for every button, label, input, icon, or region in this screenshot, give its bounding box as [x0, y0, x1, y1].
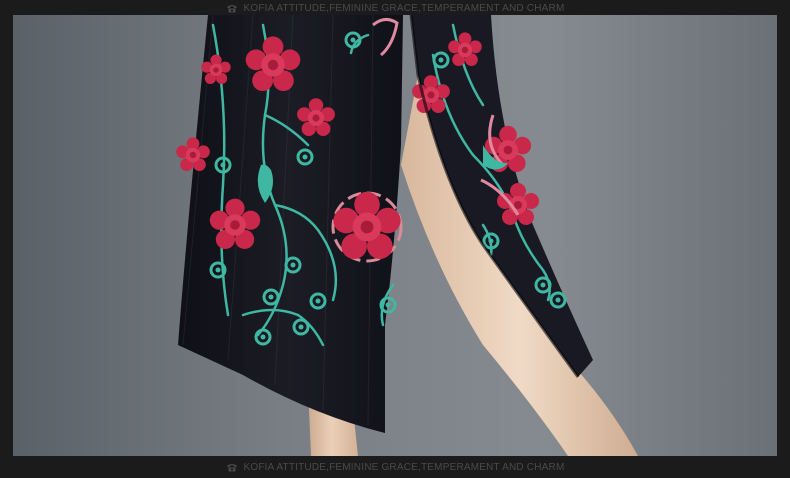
qipao-illustration — [13, 15, 777, 456]
phone-icon — [226, 463, 238, 472]
phone-icon — [226, 4, 238, 13]
page-frame: KOFIA ATTITUDE,FEMININE GRACE,TEMPERAMEN… — [0, 0, 790, 478]
product-photo — [13, 15, 777, 456]
bottom-banner-text: KOFIA ATTITUDE,FEMININE GRACE,TEMPERAMEN… — [243, 461, 565, 473]
top-banner: KOFIA ATTITUDE,FEMININE GRACE,TEMPERAMEN… — [0, 1, 790, 15]
bottom-banner: KOFIA ATTITUDE,FEMININE GRACE,TEMPERAMEN… — [0, 460, 790, 474]
top-banner-text: KOFIA ATTITUDE,FEMININE GRACE,TEMPERAMEN… — [243, 2, 565, 14]
